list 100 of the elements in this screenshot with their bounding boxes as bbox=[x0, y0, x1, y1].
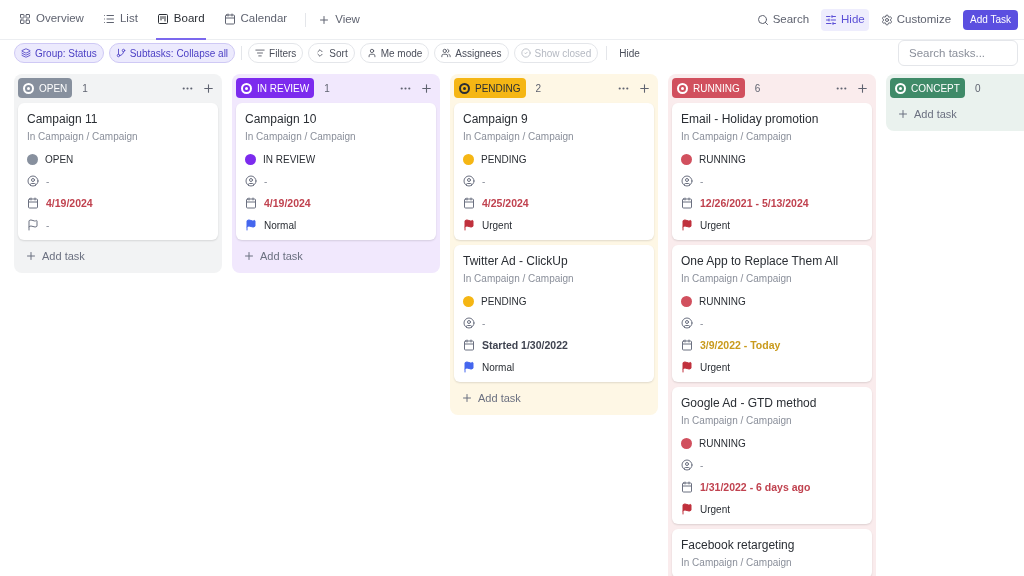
status-label: IN REVIEW bbox=[263, 152, 316, 167]
plus-icon bbox=[897, 108, 909, 120]
priority-label: Normal bbox=[482, 360, 515, 375]
add-task-primary-button[interactable]: Add Task bbox=[963, 9, 1018, 30]
task-title: Campaign 10 bbox=[245, 111, 318, 128]
toolbar-button[interactable]: Hide bbox=[821, 8, 869, 31]
task-count: 6 bbox=[754, 81, 761, 96]
task-path: In Campaign / Campaign bbox=[245, 130, 357, 144]
task-path: In Campaign / Campaign bbox=[463, 272, 575, 286]
plus-icon[interactable] bbox=[420, 81, 433, 95]
calendar-icon bbox=[223, 12, 236, 25]
task-title: Twitter Ad - ClickUp bbox=[463, 253, 569, 270]
check-circle-icon bbox=[520, 48, 531, 58]
calendar-icon bbox=[681, 339, 693, 351]
task-count: 1 bbox=[82, 81, 88, 96]
assignee-value: - bbox=[46, 174, 50, 189]
assignee-value: - bbox=[482, 174, 486, 189]
toolbar-button[interactable]: Search bbox=[752, 8, 814, 31]
status-pill[interactable]: CONCEPT bbox=[890, 78, 965, 98]
search-field[interactable]: Search tasks... bbox=[898, 40, 1018, 66]
task-count: 2 bbox=[535, 81, 542, 96]
add-task-button[interactable]: Add task bbox=[18, 245, 218, 267]
assignee-value: - bbox=[700, 316, 704, 331]
task-path: In Campaign / Campaign bbox=[681, 130, 793, 144]
view-tab[interactable]: List bbox=[101, 0, 139, 40]
filter-icon bbox=[255, 48, 266, 58]
branch-icon bbox=[115, 48, 126, 58]
calendar-icon bbox=[245, 197, 257, 209]
status-label: RUNNING bbox=[699, 294, 746, 309]
due-date: 3/9/2022 - Today bbox=[700, 338, 781, 352]
calendar-icon bbox=[463, 197, 475, 209]
hide-link[interactable]: Hide bbox=[615, 45, 644, 61]
plus-icon[interactable] bbox=[856, 81, 869, 95]
due-date: 1/31/2022 - 6 days ago bbox=[700, 480, 811, 494]
filter-chip[interactable]: Filters bbox=[248, 43, 304, 63]
calendar-icon bbox=[463, 339, 475, 351]
add-view-button[interactable]: View bbox=[318, 10, 360, 29]
task-card[interactable]: One App to Replace Them All In Campaign / Campaign RUNNING - 3/9/2022 - Today Urgent bbox=[672, 245, 872, 382]
priority-label: Urgent bbox=[482, 218, 512, 233]
due-date: Started 1/30/2022 bbox=[482, 338, 568, 352]
calendar-icon bbox=[27, 197, 39, 209]
user-icon bbox=[27, 175, 39, 187]
user-icon bbox=[681, 175, 693, 187]
status-pill[interactable]: IN REVIEW bbox=[236, 78, 315, 98]
status-label: RUNNING bbox=[699, 152, 746, 167]
task-path: In Campaign / Campaign bbox=[681, 414, 793, 428]
priority-label: Urgent bbox=[700, 502, 730, 517]
filter-chip[interactable]: Group: Status bbox=[14, 43, 104, 63]
sliders-icon bbox=[825, 13, 838, 26]
due-date: 12/26/2021 - 5/13/2024 bbox=[700, 196, 809, 210]
plus-icon bbox=[318, 13, 331, 26]
sort-icon bbox=[315, 48, 326, 58]
task-card[interactable]: Campaign 11 In Campaign / Campaign OPEN - 4/19/2024 - bbox=[18, 103, 218, 240]
user-icon bbox=[245, 175, 257, 187]
task-title: Campaign 9 bbox=[463, 111, 529, 128]
search-icon bbox=[756, 13, 769, 26]
status-pill[interactable]: RUNNING bbox=[672, 78, 745, 98]
priority-label: Normal bbox=[264, 218, 297, 233]
plus-icon bbox=[243, 250, 255, 262]
task-path: In Campaign / Campaign bbox=[681, 272, 793, 286]
task-path: In Campaign / Campaign bbox=[27, 130, 139, 144]
toolbar-button[interactable]: Customize bbox=[876, 8, 956, 31]
assignee-value: - bbox=[700, 458, 704, 473]
status-label: OPEN bbox=[45, 152, 74, 167]
user-icon bbox=[681, 317, 693, 329]
task-card[interactable]: Google Ad - GTD method In Campaign / Campaign RUNNING - 1/31/2022 - 6 days ago Urgent bbox=[672, 387, 872, 524]
plus-icon bbox=[461, 392, 473, 404]
calendar-icon bbox=[681, 197, 693, 209]
view-tab[interactable]: Calendar bbox=[222, 0, 289, 40]
plus-icon[interactable] bbox=[638, 81, 651, 95]
list-icon bbox=[102, 12, 115, 25]
task-title: Campaign 11 bbox=[27, 111, 99, 128]
status-pill[interactable]: PENDING bbox=[454, 78, 526, 98]
due-date: 4/19/2024 bbox=[46, 196, 93, 210]
user-icon bbox=[681, 459, 693, 471]
priority-label: - bbox=[46, 218, 50, 233]
add-task-button[interactable]: Add task bbox=[454, 387, 654, 409]
task-card[interactable]: Facebook retargeting In Campaign / Campaign bbox=[672, 529, 872, 576]
calendar-icon bbox=[681, 481, 693, 493]
plus-icon bbox=[25, 250, 37, 262]
task-title: Facebook retargeting bbox=[681, 537, 796, 554]
task-card[interactable]: Campaign 10 In Campaign / Campaign IN REVIEW - 4/19/2024 Normal bbox=[236, 103, 436, 240]
view-tab[interactable]: Overview bbox=[18, 0, 85, 40]
task-title: Google Ad - GTD method bbox=[681, 395, 818, 412]
plus-icon[interactable] bbox=[202, 81, 215, 95]
add-task-button[interactable]: Add task bbox=[890, 103, 1024, 125]
assignee-value: - bbox=[264, 174, 268, 189]
task-card[interactable]: Twitter Ad - ClickUp In Campaign / Campaign PENDING - Started 1/30/2022 Normal bbox=[454, 245, 654, 382]
add-task-button[interactable]: Add task bbox=[236, 245, 436, 267]
task-card[interactable]: Campaign 9 In Campaign / Campaign PENDING - 4/25/2024 Urgent bbox=[454, 103, 654, 240]
layers-icon bbox=[21, 48, 31, 58]
task-path: In Campaign / Campaign bbox=[681, 556, 793, 570]
task-title: One App to Replace Them All bbox=[681, 253, 840, 270]
task-card[interactable]: Email - Holiday promotion In Campaign / Campaign RUNNING - 12/26/2021 - 5/13/2024 Urgent bbox=[672, 103, 872, 240]
task-path: In Campaign / Campaign bbox=[463, 130, 575, 144]
priority-label: Urgent bbox=[700, 218, 730, 233]
user-icon bbox=[463, 175, 475, 187]
filter-chip[interactable]: Subtasks: Collapse all bbox=[108, 43, 236, 63]
assignee-value: - bbox=[482, 316, 486, 331]
view-tab[interactable]: Board bbox=[155, 0, 206, 40]
